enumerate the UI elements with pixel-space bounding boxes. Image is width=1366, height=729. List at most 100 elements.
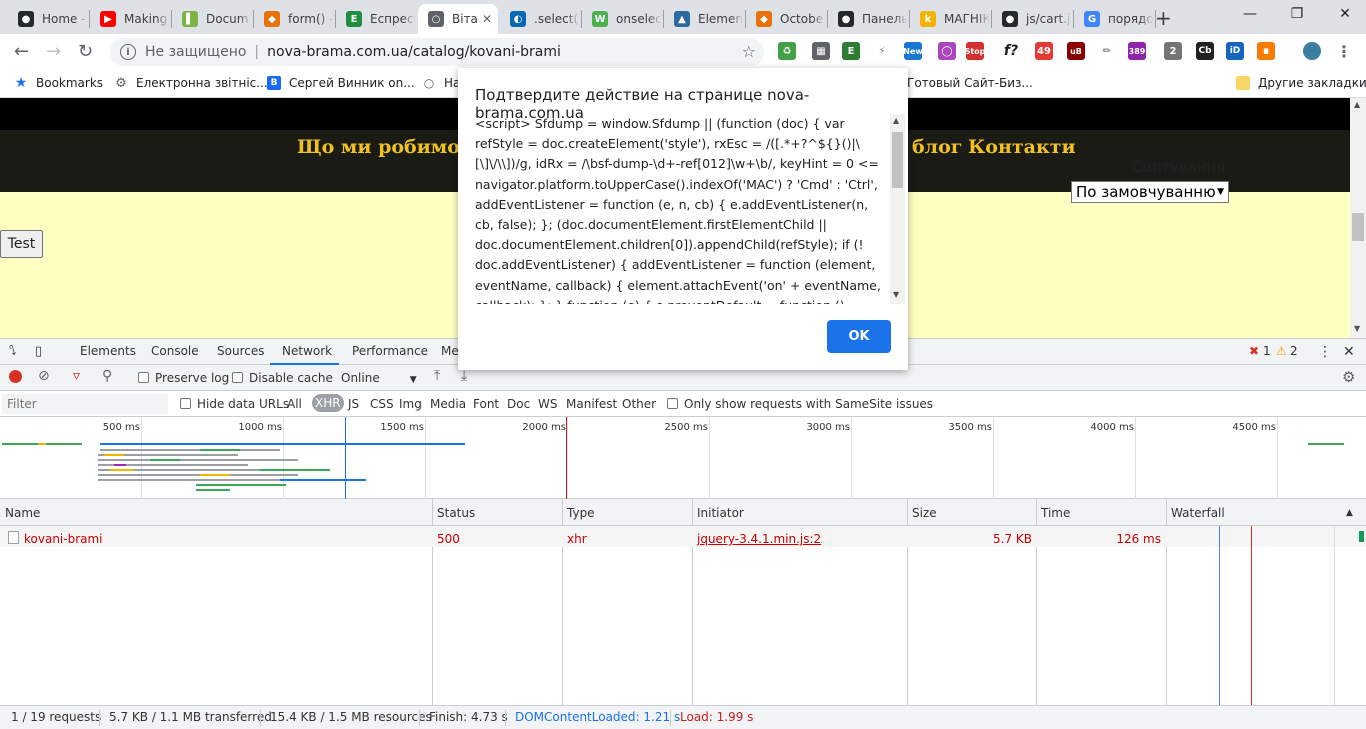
close-window-button[interactable]: ✕ xyxy=(1330,6,1360,22)
scrollbar-thumb[interactable] xyxy=(1352,213,1364,241)
search-icon[interactable]: ⚲ xyxy=(102,368,112,384)
browser-tab[interactable]: ○ Віта ✕ xyxy=(418,4,498,34)
type-filter-other[interactable]: Other xyxy=(622,397,656,411)
minimize-button[interactable]: — xyxy=(1235,6,1265,22)
evernote-extension-icon[interactable]: E xyxy=(842,42,860,60)
dialog-scrollbar-thumb[interactable] xyxy=(892,132,903,188)
type-filter-img[interactable]: Img xyxy=(399,397,422,411)
type-filter-all[interactable]: All xyxy=(287,397,302,411)
warning-icon[interactable]: ⚠ xyxy=(1276,344,1287,358)
menu-kebab-icon[interactable]: ⋮ xyxy=(1335,42,1353,61)
type-filter-css[interactable]: CSS xyxy=(370,397,394,411)
export-har-icon[interactable]: ⤓ xyxy=(461,368,467,384)
filter-funnel-icon[interactable]: ▿ xyxy=(73,368,80,384)
clear-icon[interactable]: ⊘ xyxy=(38,368,50,384)
site-info-icon[interactable]: i xyxy=(120,44,136,60)
close-devtools-icon[interactable]: ✕ xyxy=(1343,344,1355,360)
preserve-log-checkbox[interactable]: Preserve log xyxy=(138,371,229,385)
warning-count[interactable]: 2 xyxy=(1290,344,1298,358)
bolt-extension-icon[interactable]: ⚡ xyxy=(873,42,891,60)
bookmark-na[interactable]: ○ На xyxy=(422,76,461,90)
counter-extension-icon[interactable]: 2 xyxy=(1164,42,1182,60)
browser-tab[interactable]: Gпорядо xyxy=(1074,4,1154,34)
browser-tab[interactable]: ◐ .select() xyxy=(500,4,580,34)
nav-link-blog[interactable]: блог xyxy=(912,136,962,158)
url-text[interactable]: nova-brama.com.ua/catalog/kovani-brami xyxy=(267,44,561,60)
dialog-message[interactable]: <script> Sfdump = window.Sfdump || (func… xyxy=(475,114,907,304)
nav-link-contacts[interactable]: Контакти xyxy=(968,136,1076,158)
bookmark-vinnik[interactable]: B Сергей Винник on... xyxy=(267,76,415,90)
rss-extension-icon[interactable]: ∎ xyxy=(1257,42,1275,60)
browser-tab[interactable]: ◆ form() - xyxy=(254,4,334,34)
tab-performance[interactable]: Performance xyxy=(352,344,428,358)
address-bar[interactable]: i Не защищено | nova-brama.com.ua/catalo… xyxy=(110,38,764,66)
bookmark-electronic[interactable]: ⚙ Електронна звітніс... xyxy=(114,76,268,91)
browser-tab[interactable]: k МАГНІК xyxy=(910,4,990,34)
browser-tab[interactable]: ▌ Docum xyxy=(172,4,252,34)
dialog-scrollbar[interactable]: ▲ ▼ xyxy=(890,114,905,304)
network-settings-gear-icon[interactable]: ⚙ xyxy=(1342,368,1355,386)
browser-tab[interactable]: Wonselec xyxy=(582,4,662,34)
tab-sources[interactable]: Sources xyxy=(217,344,264,358)
browser-tab[interactable]: ◆ Octobe xyxy=(746,4,826,34)
page-scrollbar[interactable]: ▲ ▼ xyxy=(1350,98,1366,338)
back-button[interactable]: ← xyxy=(14,41,29,62)
column-time[interactable]: Time xyxy=(1041,506,1070,520)
sort-ascending-icon[interactable]: ▲ xyxy=(1346,508,1353,518)
browser-tab[interactable]: E Еспресс xyxy=(336,4,416,34)
filter-input[interactable] xyxy=(2,394,168,414)
tab-network[interactable]: Network xyxy=(282,344,332,358)
column-waterfall[interactable]: Waterfall xyxy=(1171,506,1225,520)
ublock-extension-icon[interactable]: uB xyxy=(1067,42,1085,60)
column-status[interactable]: Status xyxy=(437,506,475,520)
mail-extension-icon[interactable]: 49 xyxy=(1035,42,1053,60)
samesite-checkbox[interactable]: Only show requests with SameSite issues xyxy=(667,397,933,411)
column-size[interactable]: Size xyxy=(912,506,937,520)
sort-select[interactable]: По замовчуванню ▼ xyxy=(1071,181,1229,203)
bookmark-other[interactable]: Другие закладки xyxy=(1236,76,1366,90)
bookmark-ready-site[interactable]: Готовый Сайт-Биз... xyxy=(907,76,1033,90)
reload-button[interactable]: ↻ xyxy=(78,41,93,62)
request-initiator-link[interactable]: jquery-3.4.1.min.js:2 xyxy=(697,532,821,546)
request-name[interactable]: kovani-brami xyxy=(24,532,103,546)
cb-extension-icon[interactable]: Cb xyxy=(1196,42,1214,60)
formula-extension-icon[interactable]: f? xyxy=(1002,42,1020,60)
type-filter-js[interactable]: JS xyxy=(348,397,359,411)
hide-data-urls-checkbox[interactable]: Hide data URLs xyxy=(180,397,289,411)
bookmark-bookmarks[interactable]: ★ Bookmarks xyxy=(14,75,103,91)
network-overview-timeline[interactable]: 500 ms 1000 ms 1500 ms 2000 ms 2500 ms 3… xyxy=(0,417,1366,499)
type-filter-xhr[interactable]: XHR xyxy=(312,394,344,412)
scroll-down-icon[interactable]: ▼ xyxy=(1354,324,1360,333)
grid-extension-icon[interactable]: ▦ xyxy=(812,42,830,60)
inspect-icon[interactable]: ⭛ xyxy=(9,344,16,359)
picker-extension-icon[interactable]: ✏ xyxy=(1098,42,1116,60)
error-icon[interactable]: ✖ xyxy=(1249,344,1259,358)
badge-389-extension-icon[interactable]: 389 xyxy=(1128,42,1146,60)
column-initiator[interactable]: Initiator xyxy=(697,506,744,520)
scroll-up-icon[interactable]: ▲ xyxy=(893,116,899,125)
type-filter-manifest[interactable]: Manifest xyxy=(566,397,617,411)
forward-button[interactable]: → xyxy=(46,41,61,62)
browser-tab[interactable]: ● Home - xyxy=(8,4,88,34)
table-row[interactable] xyxy=(0,526,1366,547)
browser-tab[interactable]: ● js/cart.j xyxy=(992,4,1072,34)
column-type[interactable]: Type xyxy=(567,506,595,520)
type-filter-media[interactable]: Media xyxy=(430,397,466,411)
scroll-down-icon[interactable]: ▼ xyxy=(893,290,899,299)
nav-link-what-we-do[interactable]: Що ми робимо? xyxy=(297,136,471,158)
tab-elements[interactable]: Elements xyxy=(80,344,136,358)
devtools-menu-icon[interactable]: ⋮ xyxy=(1318,344,1332,360)
browser-tab[interactable]: ● Панель xyxy=(828,4,908,34)
tab-memory[interactable]: Me xyxy=(441,344,459,358)
import-har-icon[interactable]: ⤒ xyxy=(434,368,440,384)
type-filter-doc[interactable]: Doc xyxy=(507,397,530,411)
recycle-extension-icon[interactable]: ♻ xyxy=(778,42,796,60)
circle-extension-icon[interactable]: ◯ xyxy=(938,42,956,60)
ok-button[interactable]: OK xyxy=(827,320,891,353)
record-icon[interactable] xyxy=(9,370,22,383)
profile-avatar[interactable] xyxy=(1303,42,1321,60)
close-tab-icon[interactable]: ✕ xyxy=(482,12,492,26)
scroll-up-icon[interactable]: ▲ xyxy=(1354,100,1360,109)
new-extension-icon[interactable]: New xyxy=(903,42,923,60)
type-filter-ws[interactable]: WS xyxy=(538,397,557,411)
